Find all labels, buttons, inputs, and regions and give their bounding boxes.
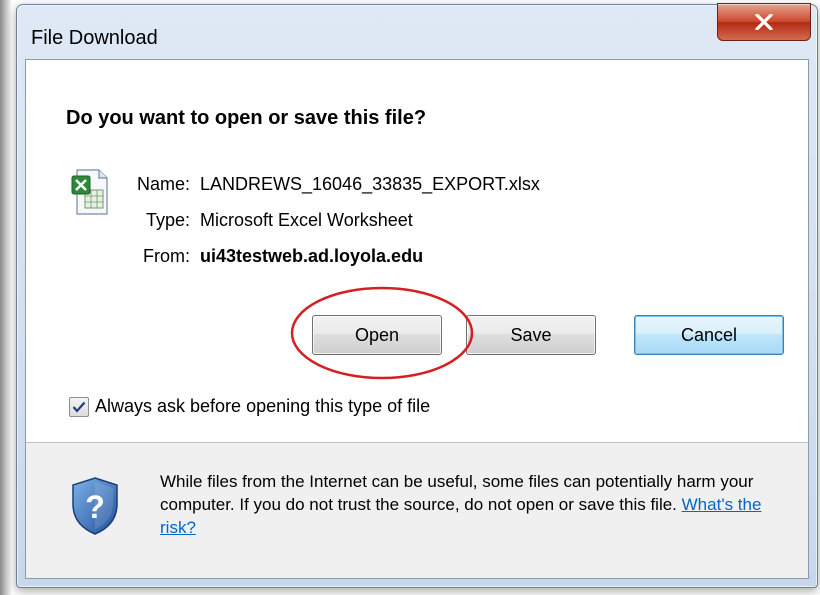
warning-text: While files from the Internet can be use… xyxy=(160,472,754,514)
checkmark-icon xyxy=(72,401,86,413)
background-window-edge xyxy=(0,0,12,595)
warning-message: While files from the Internet can be use… xyxy=(160,470,790,539)
dialog-body: Do you want to open or save this file? N… xyxy=(25,59,809,579)
file-name-label: Name: xyxy=(136,174,190,194)
file-source-value: ui43testweb.ad.loyola.edu xyxy=(200,246,424,266)
close-icon xyxy=(755,14,773,30)
file-type-row: Type: Microsoft Excel Worksheet xyxy=(106,210,413,231)
file-source-row: From: ui43testweb.ad.loyola.edu xyxy=(106,246,423,267)
dialog-question: Do you want to open or save this file? xyxy=(66,107,427,129)
cancel-button[interactable]: Cancel xyxy=(634,315,784,355)
file-name-value: LANDREWS_16046_33835_EXPORT.xlsx xyxy=(200,174,540,194)
file-source-label: From: xyxy=(143,246,190,266)
file-type-value: Microsoft Excel Worksheet xyxy=(200,210,413,230)
always-ask-checkbox[interactable] xyxy=(69,396,89,417)
open-button[interactable]: Open xyxy=(312,315,442,355)
always-ask-label: Always ask before opening this type of f… xyxy=(95,396,431,416)
file-name-row: Name: LANDREWS_16046_33835_EXPORT.xlsx xyxy=(106,174,540,195)
file-type-label: Type: xyxy=(145,210,190,230)
svg-text:?: ? xyxy=(85,489,105,525)
file-download-dialog: File Download Do you want to open or sav… xyxy=(16,3,818,588)
close-button[interactable] xyxy=(717,3,811,41)
title-bar[interactable]: File Download xyxy=(17,3,817,61)
dialog-title: File Download xyxy=(31,27,158,49)
shield-question-icon: ? xyxy=(72,477,118,535)
excel-file-icon xyxy=(71,169,108,215)
always-ask-option[interactable]: Always ask before opening this type of f… xyxy=(69,396,430,417)
save-button[interactable]: Save xyxy=(466,315,596,355)
